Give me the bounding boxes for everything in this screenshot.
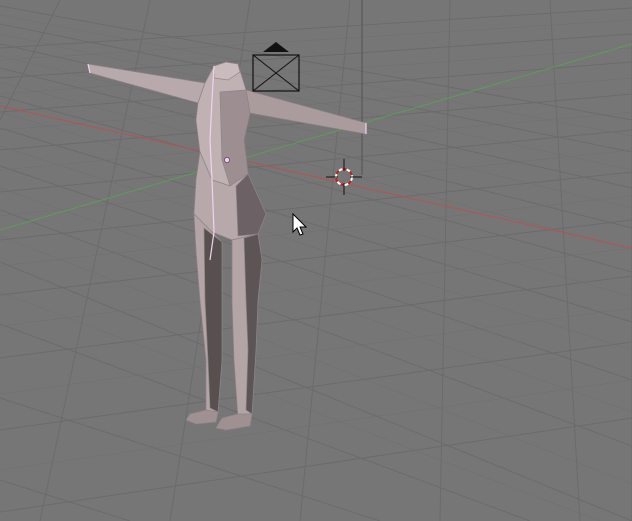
viewport-canvas[interactable] (0, 0, 632, 521)
3d-viewport[interactable] (0, 0, 632, 521)
mesh-origin-dot[interactable] (224, 157, 230, 163)
